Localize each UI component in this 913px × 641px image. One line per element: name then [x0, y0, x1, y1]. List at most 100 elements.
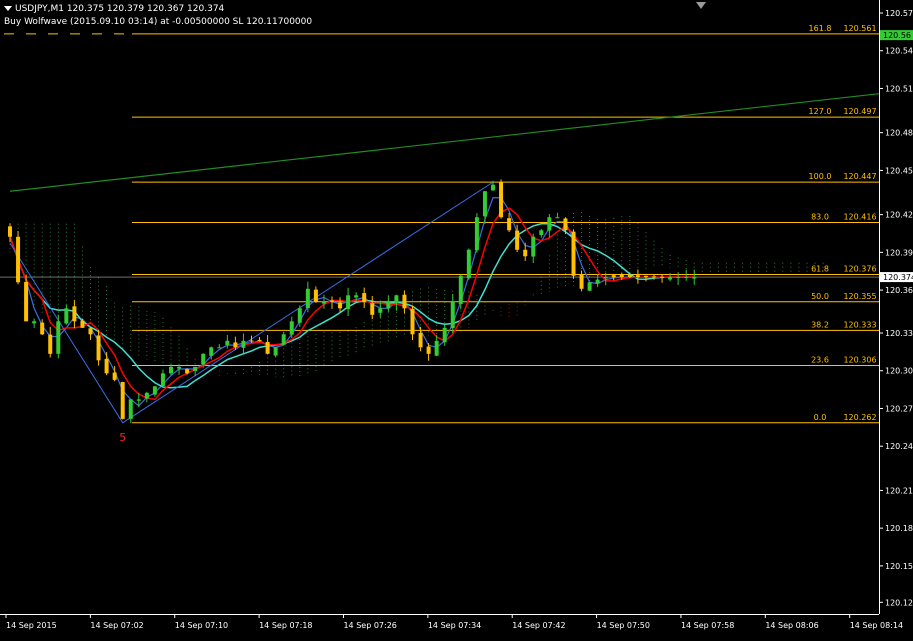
y-tick-label: 120.244: [885, 442, 913, 451]
candle-body: [587, 282, 592, 291]
fib-ratio-label: 83.0: [811, 212, 829, 221]
y-tick-label: 120.124: [885, 598, 913, 607]
candle-body: [539, 230, 544, 235]
trend-line: [9, 93, 880, 192]
y-tick-label: 120.181: [885, 524, 913, 533]
candle-body: [499, 182, 504, 218]
candle-body: [426, 346, 431, 354]
candle-body: [507, 218, 512, 231]
shift-marker-icon[interactable]: [696, 2, 706, 9]
fib-ratio-label: 0.0: [814, 413, 827, 422]
candle-body: [104, 358, 109, 374]
candle-body: [120, 382, 125, 419]
candle-body: [281, 334, 286, 345]
last-price-tag: 120.56: [883, 31, 911, 40]
cyan-ma-line: [9, 222, 695, 389]
candle-body: [619, 274, 624, 278]
candle-body: [193, 366, 198, 372]
candle-body: [233, 342, 238, 348]
candle-body: [668, 277, 673, 280]
candle-body: [515, 230, 520, 250]
fib-price-label: 120.306: [843, 356, 876, 365]
fib-price-label: 120.355: [843, 292, 876, 301]
x-tick-label: 14 Sep 07:50: [597, 621, 650, 630]
candle-body: [289, 321, 294, 335]
candle-body: [241, 340, 246, 348]
y-tick-label: 120.393: [885, 248, 913, 257]
candle-body: [185, 369, 190, 374]
candle-body: [652, 276, 656, 278]
candle-body: [136, 399, 141, 401]
y-tick-label: 120.422: [885, 211, 913, 220]
candle-body: [265, 341, 270, 354]
candle-body: [555, 217, 560, 219]
candle-body: [362, 293, 367, 302]
wave-count-label: 5: [119, 431, 126, 444]
candle-body: [88, 328, 93, 335]
candle-body: [643, 275, 648, 278]
x-tick-label: 14 Sep 07:10: [175, 621, 228, 630]
candle-body: [32, 321, 37, 324]
candle-body: [313, 289, 318, 302]
symbol-header: USDJPY,M1 120.375 120.379 120.367 120.37…: [4, 4, 224, 14]
candle-body: [523, 249, 528, 257]
candle-body: [410, 308, 415, 335]
candle-body: [378, 308, 383, 313]
candle-body: [8, 226, 12, 237]
candle-body: [64, 308, 69, 324]
fib-ratio-label: 100.0: [809, 172, 832, 181]
y-tick-label: 120.152: [885, 562, 913, 571]
candle-body: [491, 184, 495, 191]
dropdown-icon[interactable]: [4, 6, 12, 11]
symbol-quote: USDJPY,M1 120.375 120.379 120.367 120.37…: [15, 4, 225, 14]
y-tick-label: 120.456: [885, 166, 913, 175]
candle-body: [160, 373, 165, 387]
candle-body: [354, 295, 359, 298]
candle-body: [152, 386, 157, 395]
candle-body: [169, 366, 173, 374]
candle-body: [635, 275, 640, 278]
candle-body: [321, 301, 326, 304]
fib-price-label: 120.497: [843, 107, 876, 116]
candle-body: [563, 218, 568, 231]
x-tick-label: 14 Sep 08:06: [765, 621, 818, 630]
candle-body: [547, 217, 552, 231]
fib-ratio-label: 161.8: [809, 24, 832, 33]
candle-body: [579, 274, 584, 289]
y-tick-label: 120.210: [885, 486, 913, 495]
candle-body: [603, 277, 608, 279]
candle-body: [305, 288, 310, 309]
y-tick-label: 120.485: [885, 129, 913, 138]
candle-body: [418, 332, 423, 348]
candle-body: [225, 340, 230, 345]
y-tick-label: 120.331: [885, 329, 913, 338]
candle-body: [56, 321, 61, 354]
candle-body: [72, 306, 77, 322]
candle-body: [434, 340, 439, 356]
candle-body: [482, 191, 487, 217]
candle-body: [209, 347, 214, 356]
chart-area: 161.8 120.561 127.0 120.497 100.0 120.447 83.0…: [0, 0, 913, 637]
candle-body: [611, 275, 616, 278]
fib-ratio-label: 23.6: [811, 356, 829, 365]
candle-body: [370, 303, 375, 315]
candle-body: [24, 281, 29, 322]
candle-body: [474, 217, 479, 251]
fib-price-label: 120.561: [843, 24, 876, 33]
candle-body: [330, 300, 334, 302]
y-tick-label: 120.364: [885, 286, 913, 295]
indicator-header: Buy Wolfwave (2015.09.10 03:14) at -0.00…: [4, 17, 313, 27]
bid-price-tag: 120.374: [883, 273, 913, 282]
candle-body: [394, 295, 399, 304]
candle-body: [571, 231, 576, 276]
candle-body: [692, 277, 697, 279]
candle-body: [297, 308, 302, 323]
wave-zigzag: [9, 181, 494, 424]
fib-price-label: 120.447: [843, 172, 876, 181]
candle-body: [660, 276, 665, 278]
candle-body: [531, 236, 536, 257]
candle-body: [402, 294, 407, 309]
candle-body: [48, 334, 53, 354]
fib-price-label: 120.416: [843, 212, 876, 221]
candle-body: [338, 302, 343, 309]
